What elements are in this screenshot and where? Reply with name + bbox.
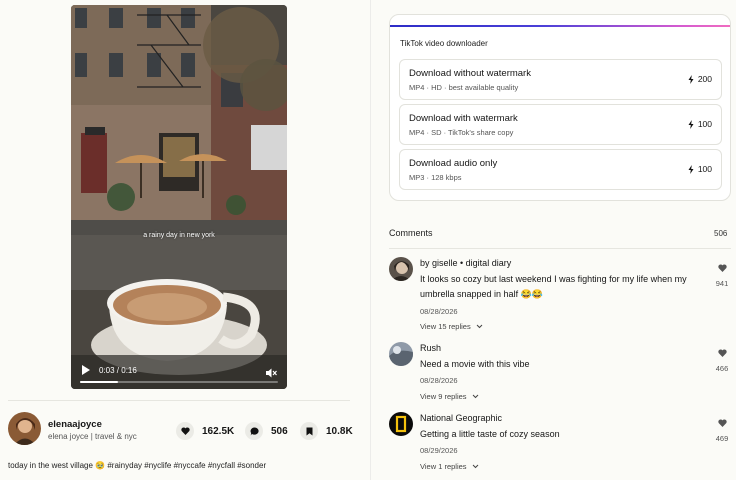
option-title: Download with watermark (409, 113, 518, 124)
author-subtitle: elena joyce | travel & nyc (48, 432, 137, 441)
commenter-name[interactable]: National Geographic (420, 413, 502, 423)
comments-count: 506 (714, 229, 728, 238)
video-controls: 0:03 / 0:16 (71, 355, 287, 389)
comment-like-button[interactable]: 941 (709, 259, 735, 288)
muted-speaker-icon[interactable] (266, 365, 277, 378)
commenter-avatar[interactable] (389, 257, 413, 281)
view-replies-link[interactable]: View 9 replies (420, 392, 479, 401)
option-cost-value: 200 (697, 74, 712, 84)
chevron-down-icon (472, 464, 479, 469)
commenter-name[interactable]: by giselle • digital diary (420, 258, 511, 268)
commenter-name[interactable]: Rush (420, 343, 441, 353)
downloader-title: TikTok video downloader (400, 39, 488, 48)
comment-text: Need a movie with this vibe (420, 359, 530, 369)
option-title: Download without watermark (409, 68, 531, 79)
lightning-icon (688, 119, 694, 129)
comment-like-button[interactable]: 466 (709, 344, 735, 373)
comments-heading: Comments (389, 228, 433, 238)
view-replies-link[interactable]: View 1 replies (420, 462, 479, 471)
commenter-avatar[interactable] (389, 342, 413, 366)
comment-text: Getting a little taste of cozy season (420, 429, 560, 439)
comment-date: 08/28/2026 (420, 307, 458, 316)
comment-like-count: 941 (715, 279, 729, 288)
chevron-down-icon (472, 394, 479, 399)
column-divider (370, 0, 371, 480)
option-subtitle: MP3 · 128 kbps (409, 173, 462, 182)
chevron-down-icon (476, 324, 483, 329)
divider (389, 248, 731, 249)
downloader-card: TikTok video downloader Download without… (389, 14, 731, 201)
option-cost: 200 (688, 74, 712, 84)
video-time: 0:03 / 0:16 (99, 366, 137, 375)
option-subtitle: MP4 · HD · best available quality (409, 83, 519, 92)
video-progress-fill (80, 381, 118, 383)
author-avatar[interactable] (8, 412, 41, 445)
view-replies-label: View 9 replies (420, 392, 467, 401)
comment-text: It looks so cozy but last weekend I was … (420, 274, 687, 299)
download-audio-button[interactable]: Download audio only MP3 · 128 kbps 100 (399, 149, 722, 190)
video-caption: today in the west village 🥹 #rainyday #n… (8, 461, 267, 470)
comment-like-button[interactable]: 469 (709, 414, 735, 443)
heart-icon (717, 349, 727, 357)
option-cost: 100 (688, 164, 712, 174)
view-replies-label: View 1 replies (420, 462, 467, 471)
heart-icon (717, 419, 727, 427)
comment-date: 08/29/2026 (420, 446, 458, 455)
download-with-watermark-button[interactable]: Download with watermark MP4 · SD · TikTo… (399, 104, 722, 145)
video-overlay-text: a rainy day in new york (143, 232, 215, 239)
comment-date: 08/28/2026 (420, 376, 458, 385)
national-geographic-logo-icon[interactable] (389, 412, 413, 436)
comment-like-count: 469 (715, 434, 729, 443)
video-player[interactable]: a rainy day in new york 0:03 / 0:16 (71, 5, 287, 389)
comment-like-count: 466 (715, 364, 729, 373)
comment-count: 506 (271, 425, 288, 437)
like-count: 162.5K (202, 425, 235, 437)
heart-icon (717, 264, 727, 272)
save-button[interactable]: 10.8K (300, 422, 353, 440)
author-name[interactable]: elenaajoyce (48, 419, 102, 430)
option-title: Download audio only (409, 158, 498, 169)
save-count: 10.8K (326, 425, 353, 437)
option-subtitle: MP4 · SD · TikTok's share copy (409, 128, 514, 137)
bookmark-icon (300, 422, 318, 440)
like-button[interactable]: 162.5K (176, 422, 234, 440)
option-cost: 100 (688, 119, 712, 129)
gradient-accent-bar (390, 25, 730, 27)
view-replies-label: View 15 replies (420, 322, 471, 331)
option-cost-value: 100 (697, 164, 712, 174)
heart-icon (176, 422, 194, 440)
view-replies-link[interactable]: View 15 replies (420, 322, 483, 331)
comment-button[interactable]: 506 (245, 422, 288, 440)
option-cost-value: 100 (697, 119, 712, 129)
lightning-icon (688, 74, 694, 84)
lightning-icon (688, 164, 694, 174)
video-progress-bar[interactable] (80, 381, 278, 383)
play-icon[interactable] (81, 365, 91, 375)
speech-bubble-icon (245, 422, 263, 440)
download-no-watermark-button[interactable]: Download without watermark MP4 · HD · be… (399, 59, 722, 100)
divider (8, 400, 350, 401)
video-frame (71, 5, 287, 389)
